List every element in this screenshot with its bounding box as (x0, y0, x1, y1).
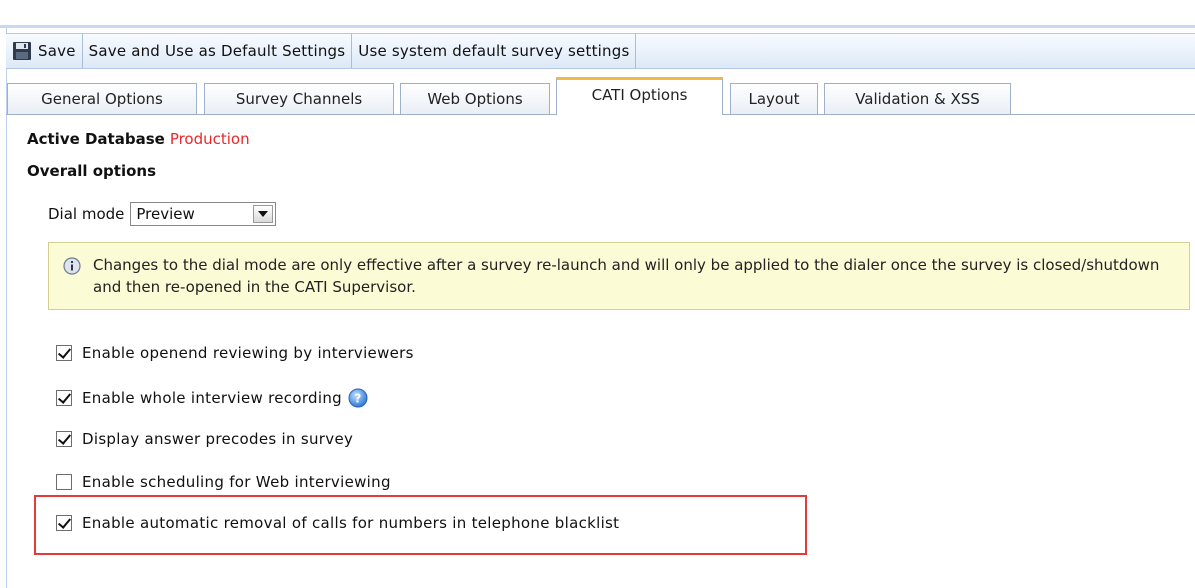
option-checkbox[interactable] (56, 345, 72, 361)
help-icon[interactable]: ? (348, 388, 368, 408)
option-openend-reviewing: Enable openend reviewing by interviewers (56, 344, 414, 362)
option-label: Enable whole interview recording (82, 389, 342, 407)
tab-web-options[interactable]: Web Options (400, 83, 550, 114)
highlight-box (34, 495, 807, 555)
active-database: Active Database Production (27, 130, 250, 148)
top-frame (0, 0, 1195, 28)
save-label: Save (38, 42, 76, 60)
tab-layout[interactable]: Layout (730, 83, 818, 114)
option-web-scheduling: Enable scheduling for Web interviewing (56, 473, 391, 491)
save-as-default-label: Save and Use as Default Settings (88, 42, 346, 60)
info-icon (63, 257, 81, 275)
tab-label: Layout (748, 90, 800, 108)
active-database-label: Active Database (27, 130, 165, 148)
info-message: Changes to the dial mode are only effect… (48, 242, 1190, 310)
chevron-down-icon[interactable] (253, 205, 274, 223)
option-label: Enable openend reviewing by interviewers (82, 344, 414, 362)
use-system-default-label: Use system default survey settings (358, 42, 630, 60)
option-label: Enable scheduling for Web interviewing (82, 473, 391, 491)
option-checkbox[interactable] (56, 474, 72, 490)
tab-label: Survey Channels (235, 90, 363, 108)
save-button[interactable]: Save (6, 34, 83, 68)
tab-validation-xss[interactable]: Validation & XSS (824, 83, 1011, 114)
use-system-default-button[interactable]: Use system default survey settings (352, 34, 637, 68)
active-database-value: Production (169, 130, 250, 148)
dial-mode-row: Dial mode Preview (48, 202, 277, 226)
dial-mode-value: Preview (136, 205, 195, 223)
tab-label: General Options (41, 90, 163, 108)
option-display-answer-precodes: Display answer precodes in survey (56, 430, 353, 448)
option-label: Display answer precodes in survey (82, 430, 354, 448)
svg-text:?: ? (354, 392, 361, 406)
dial-mode-select[interactable]: Preview (130, 202, 277, 226)
overall-options-heading: Overall options (27, 162, 156, 180)
save-as-default-button[interactable]: Save and Use as Default Settings (83, 34, 353, 68)
tab-survey-channels[interactable]: Survey Channels (204, 83, 394, 114)
tab-label: CATI Options (591, 85, 688, 104)
tab-label: Web Options (427, 90, 523, 108)
tab-label: Validation & XSS (855, 90, 980, 108)
toolbar: Save Save and Use as Default Settings Us… (6, 33, 1195, 69)
tab-bar: General Options Survey Channels Web Opti… (6, 77, 1195, 115)
tab-cati-options[interactable]: CATI Options (556, 77, 723, 115)
option-whole-interview-recording: Enable whole interview recording ? (56, 388, 368, 408)
info-message-text: Changes to the dial mode are only effect… (93, 256, 1160, 296)
option-checkbox[interactable] (56, 390, 72, 406)
option-checkbox[interactable] (56, 431, 72, 447)
save-icon (13, 42, 31, 60)
dial-mode-label: Dial mode (48, 205, 125, 223)
tab-general-options[interactable]: General Options (7, 83, 197, 114)
